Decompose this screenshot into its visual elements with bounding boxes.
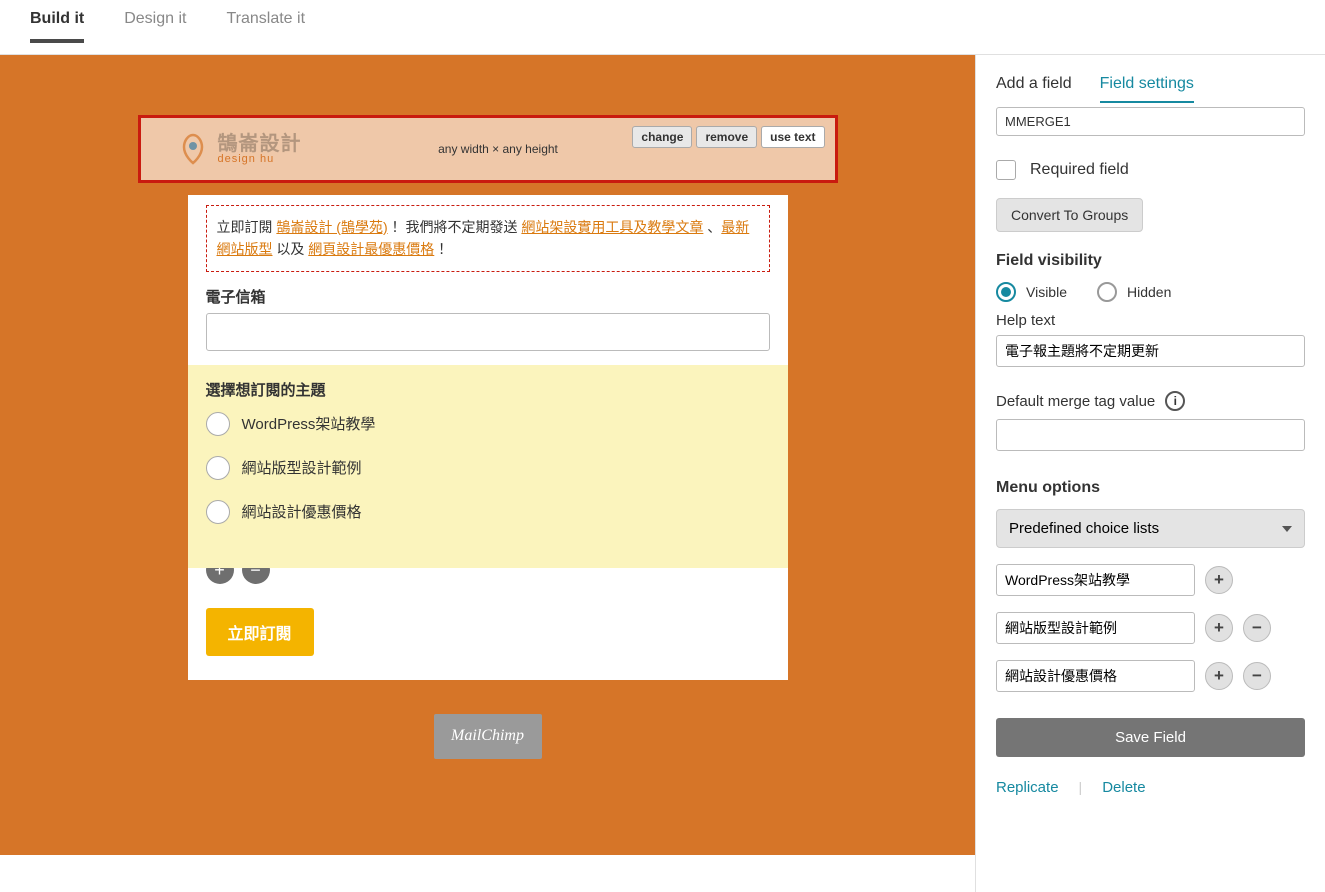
radio-icon[interactable] — [206, 456, 230, 480]
hidden-label: Hidden — [1127, 284, 1171, 300]
menu-options-heading: Menu options — [996, 479, 1305, 497]
visibility-heading: Field visibility — [996, 252, 1305, 270]
default-merge-label: Default merge tag value — [996, 393, 1155, 410]
topic-option-2[interactable]: 網站版型設計範例 — [206, 456, 770, 480]
tab-field-settings[interactable]: Field settings — [1100, 75, 1194, 103]
checkbox-icon[interactable] — [996, 160, 1016, 180]
predefined-lists-dropdown[interactable]: Predefined choice lists — [996, 509, 1305, 548]
topic-text: 網站版型設計範例 — [242, 457, 362, 478]
logo: 鵠崙設計 design hu — [176, 132, 302, 166]
tab-translate-it[interactable]: Translate it — [226, 10, 305, 42]
email-label: 電子信箱 — [206, 286, 770, 307]
topics-label: 選擇想訂閱的主題 — [206, 379, 770, 400]
required-checkbox-row[interactable]: Required field — [996, 160, 1305, 180]
use-text-button[interactable]: use text — [761, 126, 824, 148]
option-row-2: + − — [996, 612, 1305, 644]
add-option-icon[interactable]: + — [1205, 662, 1233, 690]
form-card: 立即訂閱 鵠崙設計 (鵠學苑) ！我們將不定期發送 網站架設實用工具及教學文章 … — [188, 195, 788, 680]
visibility-hidden[interactable]: Hidden — [1097, 282, 1171, 302]
radio-icon[interactable] — [1097, 282, 1117, 302]
help-text-label: Help text — [996, 312, 1305, 329]
email-input[interactable] — [206, 313, 770, 351]
intro-link-2[interactable]: 網站架設實用工具及教學文章 — [521, 219, 703, 235]
logo-title: 鵠崙設計 — [218, 134, 302, 154]
topic-option-3[interactable]: 網站設計優惠價格 — [206, 500, 770, 524]
subscribe-button[interactable]: 立即訂閱 — [206, 608, 314, 656]
visibility-visible[interactable]: Visible — [996, 282, 1067, 302]
remove-button[interactable]: remove — [696, 126, 757, 148]
radio-icon[interactable] — [996, 282, 1016, 302]
option-input-2[interactable] — [996, 612, 1195, 644]
tab-add-field[interactable]: Add a field — [996, 75, 1072, 103]
delete-link[interactable]: Delete — [1102, 779, 1145, 796]
option-input-1[interactable] — [996, 564, 1195, 596]
email-field-block[interactable]: 電子信箱 — [188, 272, 788, 351]
tab-design-it[interactable]: Design it — [124, 10, 186, 42]
add-option-icon[interactable]: + — [1205, 614, 1233, 642]
merge-tag-input[interactable] — [996, 107, 1305, 136]
intro-link-1[interactable]: 鵠崙設計 (鵠學苑) — [276, 219, 387, 235]
topic-text: 網站設計優惠價格 — [242, 501, 362, 522]
topic-text: WordPress架站教學 — [242, 413, 376, 434]
convert-to-groups-button[interactable]: Convert To Groups — [996, 198, 1143, 232]
canvas-area: change remove use text 鵠崙設計 design hu — [0, 55, 975, 892]
radio-icon[interactable] — [206, 412, 230, 436]
option-input-3[interactable] — [996, 660, 1195, 692]
topics-field-block[interactable]: 選擇想訂閱的主題 WordPress架站教學 網站版型設計範例 網站設計優惠價格 — [188, 365, 788, 568]
visible-label: Visible — [1026, 284, 1067, 300]
intro-text-block[interactable]: 立即訂閱 鵠崙設計 (鵠學苑) ！我們將不定期發送 網站架設實用工具及教學文章 … — [206, 205, 770, 272]
logo-subtitle: design hu — [218, 154, 302, 165]
required-label: Required field — [1030, 161, 1129, 179]
save-field-button[interactable]: Save Field — [996, 718, 1305, 757]
help-text-input[interactable] — [996, 335, 1305, 367]
tab-build-it[interactable]: Build it — [30, 10, 84, 42]
side-panel: Add a field Field settings Required fiel… — [975, 55, 1325, 892]
header-image-block[interactable]: change remove use text 鵠崙設計 design hu — [138, 115, 838, 183]
dropdown-label: Predefined choice lists — [1009, 520, 1159, 537]
chevron-down-icon — [1282, 526, 1292, 532]
topic-option-1[interactable]: WordPress架站教學 — [206, 412, 770, 436]
change-button[interactable]: change — [632, 126, 692, 148]
add-option-icon[interactable]: + — [1205, 566, 1233, 594]
top-tabs: Build it Design it Translate it — [0, 0, 1325, 55]
option-row-1: + — [996, 564, 1305, 596]
remove-option-icon[interactable]: − — [1243, 614, 1271, 642]
logo-icon — [176, 132, 210, 166]
intro-link-4[interactable]: 網頁設計最優惠價格 — [308, 241, 434, 257]
info-icon[interactable]: i — [1165, 391, 1185, 411]
option-row-3: + − — [996, 660, 1305, 692]
remove-option-icon[interactable]: − — [1243, 662, 1271, 690]
radio-icon[interactable] — [206, 500, 230, 524]
intro-text: 立即訂閱 — [217, 219, 277, 235]
replicate-link[interactable]: Replicate — [996, 779, 1059, 796]
mailchimp-badge[interactable]: MailChimp — [434, 714, 542, 759]
default-merge-input[interactable] — [996, 419, 1305, 451]
